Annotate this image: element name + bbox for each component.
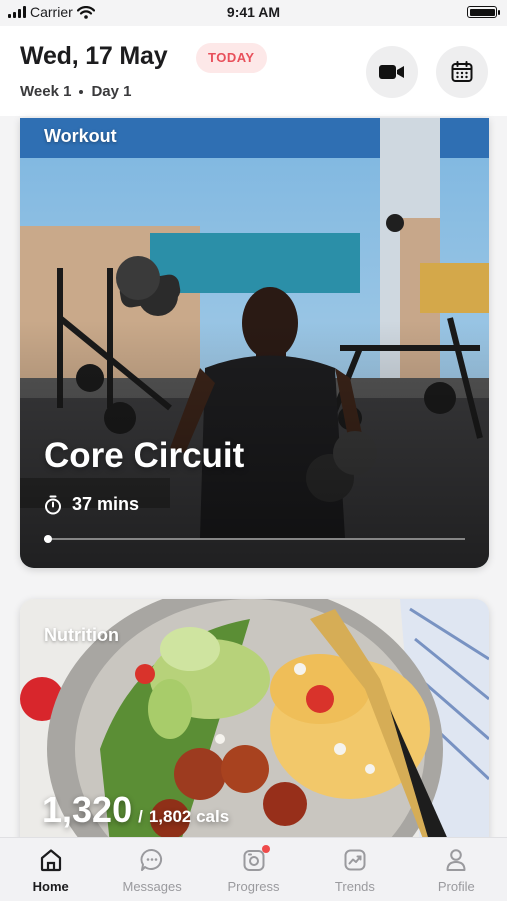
tab-label: Messages — [122, 879, 182, 894]
nutrition-label: Nutrition — [44, 625, 119, 645]
workout-duration: 37 mins — [44, 494, 139, 515]
page-date: Wed, 17 May — [20, 42, 168, 70]
trend-chart-icon — [344, 849, 366, 871]
home-icon — [40, 849, 61, 872]
week-label: Week 1 — [20, 83, 72, 100]
duration-text: 37 mins — [72, 494, 140, 514]
tab-trends[interactable]: Trends — [304, 838, 405, 901]
calories-goal: 1,802 cals — [148, 807, 230, 826]
workout-card[interactable]: Workout Core Circuit 37 mins — [20, 118, 489, 568]
workout-label: Workout — [44, 126, 117, 146]
calorie-summary: 1,320 / 1,802 cals — [42, 789, 229, 831]
separator-dot — [79, 89, 84, 94]
day-label: Day 1 — [91, 83, 132, 100]
tab-bar: Home Messages Progress Trends Profile — [0, 837, 507, 901]
chat-bubble-icon — [140, 849, 163, 871]
stopwatch-icon — [45, 495, 61, 514]
video-call-button[interactable] — [366, 46, 418, 98]
notification-badge — [261, 845, 270, 853]
workout-progress-bar[interactable] — [44, 535, 465, 543]
tab-messages[interactable]: Messages — [101, 838, 202, 901]
status-time: 9:41 AM — [226, 4, 281, 20]
tab-label: Profile — [437, 879, 475, 894]
calendar-button[interactable] — [436, 46, 488, 98]
workout-title: Core Circuit — [44, 436, 245, 475]
week-day-indicator: Week 1 Day 1 — [20, 83, 131, 100]
tab-label: Progress — [227, 879, 280, 894]
nutrition-card[interactable]: Nutrition 1,320 / 1,802 cals — [20, 599, 489, 844]
today-badge[interactable]: TODAY — [196, 43, 267, 73]
tab-home[interactable]: Home — [0, 838, 101, 901]
tab-progress[interactable]: Progress — [203, 838, 304, 901]
tab-label: Home — [32, 879, 69, 894]
calories-separator: / — [138, 807, 143, 826]
person-icon — [446, 849, 466, 871]
header: Wed, 17 May TODAY Week 1 Day 1 — [0, 26, 507, 116]
calendar-icon — [451, 61, 473, 82]
video-camera-icon — [379, 65, 404, 79]
battery-icon — [467, 6, 500, 18]
status-bar: Carrier 9:41 AM — [0, 0, 507, 26]
tab-profile[interactable]: Profile — [406, 838, 507, 901]
tab-label: Trends — [334, 879, 375, 894]
calories-consumed: 1,320 — [42, 789, 133, 830]
